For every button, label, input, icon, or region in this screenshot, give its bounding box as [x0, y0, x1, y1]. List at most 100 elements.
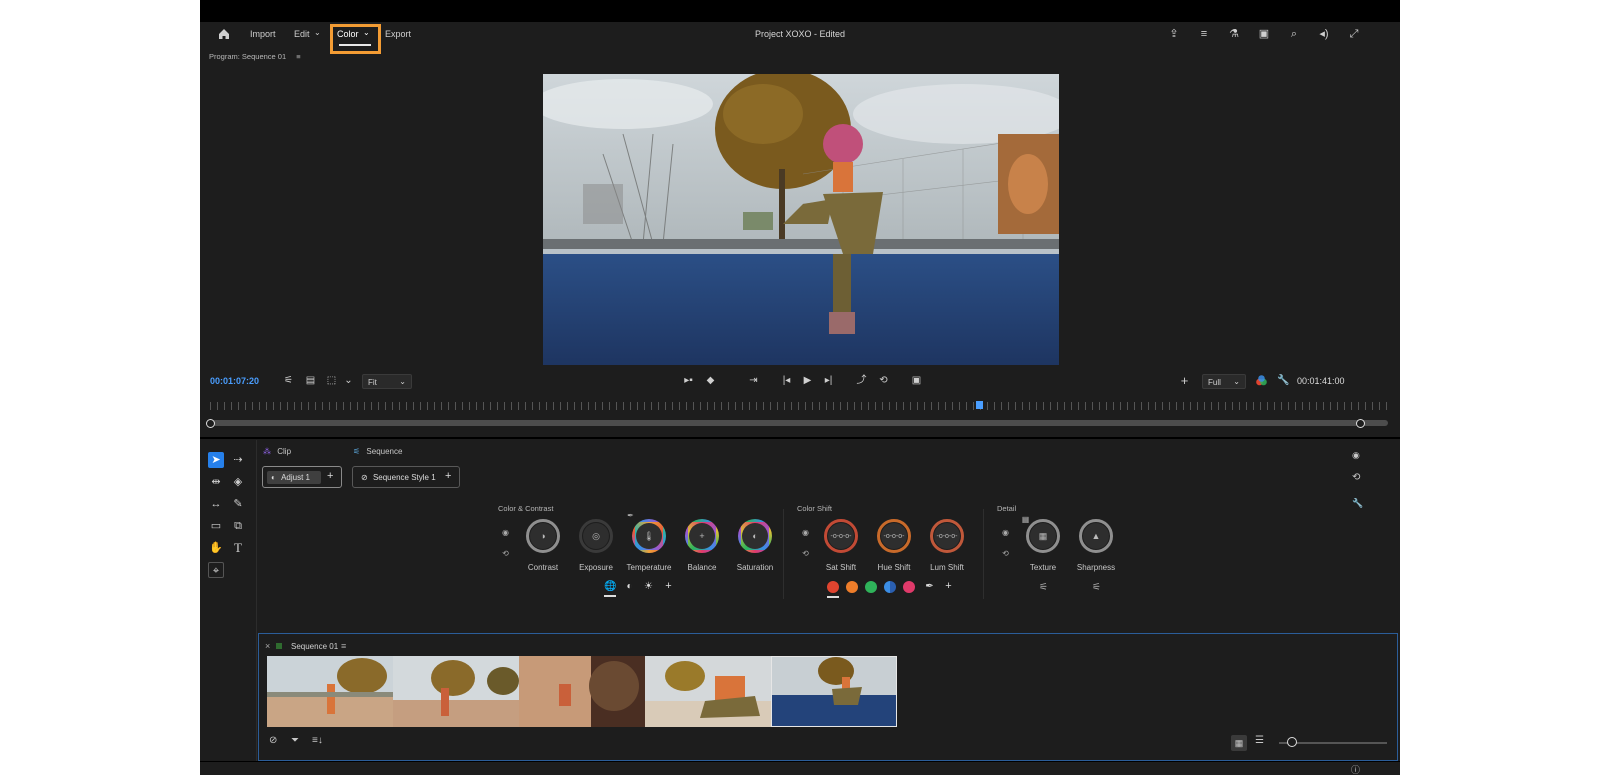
- blue-swatch[interactable]: [884, 581, 896, 593]
- type-icon[interactable]: T: [230, 540, 246, 556]
- transform-icon[interactable]: ⧉: [230, 518, 246, 534]
- sat-shift-dial[interactable]: -o-o-o-: [824, 519, 858, 553]
- panel-menu-icon[interactable]: ≡: [341, 641, 346, 651]
- program-monitor-title: Program: Sequence 01 ≡: [209, 52, 301, 61]
- razor-icon[interactable]: ◈: [230, 474, 246, 490]
- visibility-icon[interactable]: ◉: [1000, 527, 1011, 538]
- clip-thumbnail[interactable]: [645, 656, 771, 727]
- step-back-icon[interactable]: |◂: [780, 374, 793, 387]
- search-icon[interactable]: ⌕: [1287, 27, 1301, 41]
- eyedropper-icon[interactable]: ✒: [924, 581, 935, 592]
- orange-swatch[interactable]: [846, 581, 858, 593]
- track-select-icon[interactable]: ⇢: [230, 452, 246, 468]
- sequence-panel: × Sequence 01 ≡ ⊘ ⏷ ≡↓ ▦ ☰: [258, 633, 1398, 761]
- volume-icon[interactable]: ◂): [1317, 27, 1331, 41]
- wrench-icon[interactable]: 🔧: [1277, 374, 1290, 387]
- chevron-down-icon[interactable]: ⌄: [342, 374, 355, 387]
- mark-in-icon[interactable]: ▸▪: [682, 374, 695, 387]
- mask-icon[interactable]: ▦: [1020, 514, 1031, 525]
- share-icon[interactable]: ⇪: [1167, 27, 1181, 41]
- add-color-icon[interactable]: +: [943, 581, 954, 592]
- panel-menu-icon[interactable]: ≡: [296, 52, 300, 61]
- add-range-icon[interactable]: +: [663, 581, 674, 592]
- saturation-dial[interactable]: ◐: [738, 519, 772, 553]
- clip-tab[interactable]: ⁂ Clip: [263, 447, 291, 456]
- resolution-select[interactable]: Full ⌄: [1202, 374, 1246, 389]
- hand-icon[interactable]: ✋: [208, 540, 224, 556]
- hue-shift-dial[interactable]: -o-o-o-: [877, 519, 911, 553]
- temperature-dial[interactable]: 🌡: [632, 519, 666, 553]
- loop-icon[interactable]: ⟲: [877, 374, 890, 387]
- zoom-slider-handle[interactable]: [1287, 737, 1297, 747]
- visibility-icon[interactable]: ◉: [1352, 450, 1360, 461]
- info-icon[interactable]: ⓘ: [1351, 763, 1360, 775]
- wrench-icon[interactable]: 🔧: [1352, 498, 1363, 509]
- green-swatch[interactable]: [865, 581, 877, 593]
- sequence-tab[interactable]: ⚟ Sequence: [353, 447, 402, 456]
- comments-icon[interactable]: ▣: [1257, 27, 1271, 41]
- sequence-style-item[interactable]: ⊘ Sequence Style 1: [361, 471, 436, 484]
- current-timecode[interactable]: 00:01:07:20: [210, 376, 259, 386]
- grid-view-icon[interactable]: ▦: [1231, 735, 1247, 751]
- clip-thumbnail[interactable]: [267, 656, 393, 727]
- add-marker-icon[interactable]: ◆: [704, 374, 717, 387]
- close-icon[interactable]: ×: [265, 641, 270, 651]
- layout-icon[interactable]: ≡: [1197, 27, 1211, 41]
- time-ruler[interactable]: [210, 402, 1390, 410]
- add-clip-layer-button[interactable]: +: [327, 470, 333, 482]
- globe-icon[interactable]: 🌐: [604, 581, 616, 592]
- color-picker-icon[interactable]: [1255, 374, 1268, 387]
- learn-icon[interactable]: ⚗: [1227, 27, 1241, 41]
- timeline-scrollbar[interactable]: [212, 420, 1388, 426]
- reset-icon[interactable]: ⟲: [1000, 548, 1011, 559]
- visibility-icon[interactable]: ◉: [800, 527, 811, 538]
- step-forward-icon[interactable]: ▸|: [822, 374, 835, 387]
- ripple-edit-icon[interactable]: ⇹: [208, 474, 224, 490]
- export-frame-icon[interactable]: ⤴: [855, 374, 868, 387]
- clip-thumbnail-selected[interactable]: [771, 656, 897, 727]
- rectangle-icon[interactable]: ▭: [208, 518, 224, 534]
- exposure-dial[interactable]: ◎: [579, 519, 613, 553]
- sort-icon[interactable]: ≡↓: [312, 735, 323, 746]
- sequence-icon: ⚟: [353, 447, 361, 456]
- scrollbar-end-handle[interactable]: [1356, 419, 1365, 428]
- playhead-marker[interactable]: [976, 401, 983, 409]
- sharpness-settings-icon[interactable]: ⚟: [1091, 582, 1102, 593]
- clip-thumbnail[interactable]: [519, 656, 645, 727]
- texture-dial[interactable]: ▦: [1026, 519, 1060, 553]
- clip-thumbnail[interactable]: [393, 656, 519, 727]
- eyedropper-icon[interactable]: ✒: [625, 510, 636, 521]
- comparison-view-icon[interactable]: ▣: [910, 374, 923, 387]
- fullscreen-icon[interactable]: ⤢: [1347, 27, 1361, 41]
- play-icon[interactable]: ▶: [801, 374, 814, 387]
- balance-dial[interactable]: +: [685, 519, 719, 553]
- hide-icon[interactable]: ⊘: [269, 735, 277, 746]
- reset-icon[interactable]: ⟲: [800, 548, 811, 559]
- visibility-icon[interactable]: ◉: [500, 527, 511, 538]
- go-to-in-icon[interactable]: ⇥: [747, 374, 760, 387]
- list-view-icon[interactable]: ☰: [1255, 735, 1264, 746]
- red-swatch[interactable]: [827, 581, 839, 593]
- magenta-swatch[interactable]: [903, 581, 915, 593]
- pen-icon[interactable]: ✎: [230, 496, 246, 512]
- filter-icon[interactable]: ⏷: [291, 735, 299, 746]
- add-sequence-layer-button[interactable]: +: [445, 470, 451, 482]
- settings-icon[interactable]: ⚟: [282, 374, 295, 387]
- scrollbar-start-handle[interactable]: [206, 419, 215, 428]
- reset-icon[interactable]: ⟲: [500, 548, 511, 559]
- slip-icon[interactable]: ↔: [208, 496, 224, 512]
- marker-tool-icon[interactable]: ⌖: [208, 562, 224, 578]
- lum-shift-dial[interactable]: -o-o-o-: [930, 519, 964, 553]
- texture-settings-icon[interactable]: ⚟: [1038, 582, 1049, 593]
- sharpness-dial[interactable]: ▲: [1079, 519, 1113, 553]
- highlights-icon[interactable]: ☀: [643, 581, 654, 592]
- contrast-dial[interactable]: ◑: [526, 519, 560, 553]
- crop-icon[interactable]: ⬚: [325, 374, 338, 387]
- adjust-layer-pill[interactable]: ◐ Adjust 1: [267, 471, 321, 484]
- add-button-icon[interactable]: +: [1178, 374, 1191, 387]
- selection-tool-icon[interactable]: ➤: [208, 452, 224, 468]
- safe-margins-icon[interactable]: ▤: [304, 374, 317, 387]
- reset-icon[interactable]: ⟲: [1352, 472, 1360, 483]
- shadows-icon[interactable]: ◐: [624, 581, 635, 592]
- zoom-select[interactable]: Fit ⌄: [362, 374, 412, 389]
